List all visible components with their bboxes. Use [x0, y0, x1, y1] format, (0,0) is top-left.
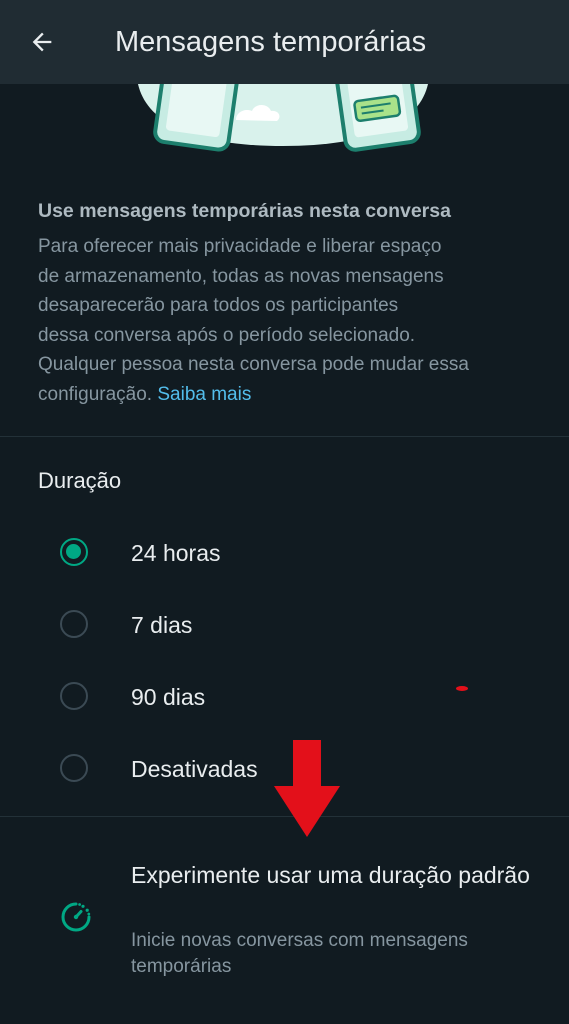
description-line: Qualquer pessoa nesta conversa pode muda…	[38, 354, 469, 375]
default-duration-suggestion[interactable]: Experimente usar uma duração padrão Inic…	[0, 850, 569, 990]
duration-option-label: 24 horas	[131, 540, 221, 566]
arrow-left-icon	[32, 32, 52, 52]
radio-button[interactable]	[60, 682, 88, 710]
timer-icon	[61, 902, 91, 932]
red-arrow-annotation	[274, 740, 340, 837]
description-last-text: configuração.	[38, 383, 153, 405]
red-mark-annotation	[456, 686, 468, 691]
duration-option-label: Desativadas	[131, 756, 258, 782]
description-line: dessa conversa após o período selecionad…	[38, 324, 416, 346]
radio-button[interactable]	[60, 610, 88, 638]
divider	[0, 436, 569, 437]
duration-option-label: 7 dias	[131, 612, 193, 638]
suggestion-title: Experimente usar uma duração padrão	[131, 862, 530, 888]
description-title: Use mensagens temporárias nesta conversa	[38, 200, 451, 222]
duration-option-7-days[interactable]: 7 dias	[0, 590, 569, 662]
learn-more-link[interactable]: Saiba mais	[157, 384, 251, 405]
duration-option-24-hours[interactable]: 24 horas	[0, 518, 569, 590]
duration-option-90-days[interactable]: 90 dias	[0, 662, 569, 734]
duration-section-label: Duração	[38, 468, 122, 493]
disappearing-messages-illustration	[138, 84, 428, 152]
duration-option-label: 90 dias	[131, 684, 206, 710]
description-line: Para oferecer mais privacidade e liberar…	[38, 236, 442, 257]
page-title: Mensagens temporárias	[115, 26, 427, 58]
description-body: Para oferecer mais privacidade e liberar…	[38, 232, 538, 409]
description-line: de armazenamento, todas as novas mensage…	[38, 265, 444, 287]
description-line-last: configuração. Saiba mais	[38, 380, 538, 410]
description-block: Use mensagens temporárias nesta conversa…	[38, 198, 538, 409]
description-line: desaparecerão para todos os participante…	[38, 295, 399, 316]
suggestion-subtitle: Inicie novas conversas com mensagens tem…	[131, 930, 468, 977]
app-bar: Mensagens temporárias	[0, 0, 569, 84]
radio-button-selected[interactable]	[60, 538, 88, 566]
radio-button[interactable]	[60, 754, 88, 782]
back-button[interactable]	[22, 22, 62, 62]
